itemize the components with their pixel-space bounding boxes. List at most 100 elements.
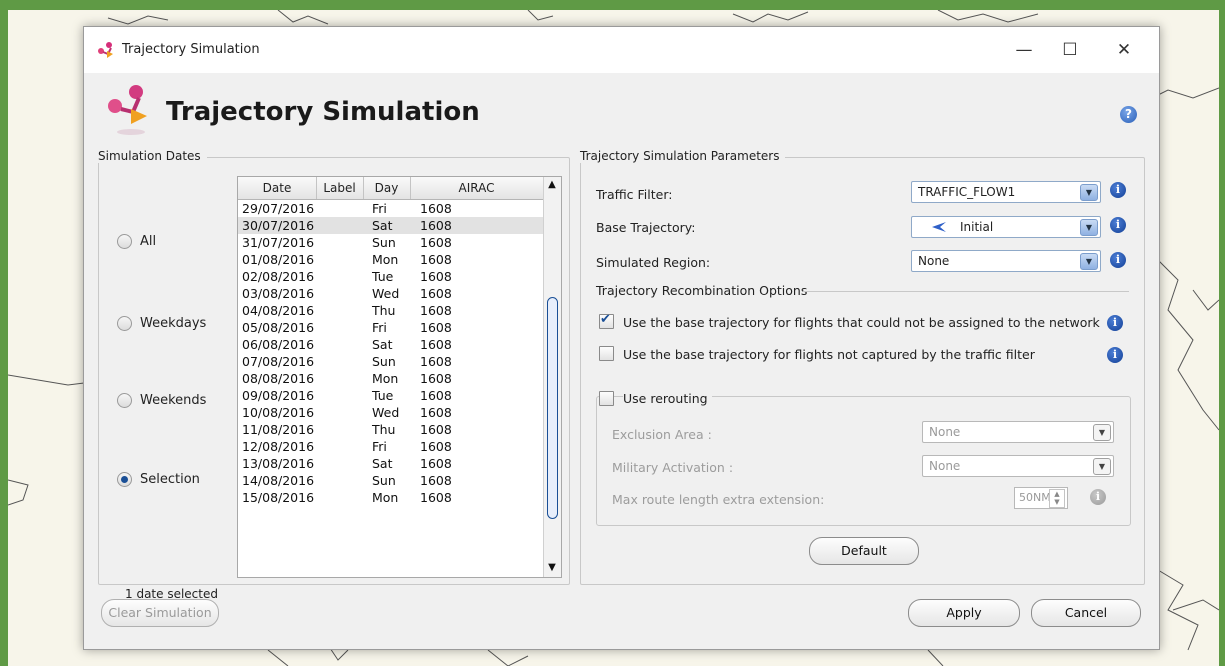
table-row[interactable]: 05/08/2016 Fri 1608	[238, 319, 543, 336]
table-row[interactable]: 12/08/2016 Fri 1608	[238, 438, 543, 455]
cell-date: 12/08/2016	[242, 439, 315, 454]
cell-day: Sat	[372, 456, 393, 471]
base-trajectory-label: Base Trajectory:	[596, 220, 696, 235]
scroll-down-arrow-icon[interactable]: ▼	[546, 562, 558, 574]
table-row[interactable]: 15/08/2016 Mon 1608	[238, 489, 543, 506]
cell-day: Fri	[372, 439, 387, 454]
table-row[interactable]: 11/08/2016 Thu 1608	[238, 421, 543, 438]
trajectory-icon	[932, 222, 946, 232]
cancel-button[interactable]: Cancel	[1031, 599, 1141, 627]
close-button[interactable]: ✕	[1101, 27, 1147, 73]
cell-date: 04/08/2016	[242, 303, 315, 318]
cell-airac: 1608	[420, 354, 452, 369]
max-route-info-icon[interactable]: i	[1090, 489, 1106, 505]
clear-simulation-button[interactable]: Clear Simulation	[101, 599, 219, 627]
column-airac[interactable]: AIRAC	[410, 177, 543, 199]
table-row[interactable]: 04/08/2016 Thu 1608	[238, 302, 543, 319]
apply-button[interactable]: Apply	[908, 599, 1020, 627]
base-trajectory-value: Initial	[960, 220, 994, 234]
cell-airac: 1608	[420, 422, 452, 437]
cell-date: 10/08/2016	[242, 405, 315, 420]
default-button[interactable]: Default	[809, 537, 919, 565]
cell-date: 01/08/2016	[242, 252, 315, 267]
table-row[interactable]: 14/08/2016 Sun 1608	[238, 472, 543, 489]
cell-airac: 1608	[420, 269, 452, 284]
table-row[interactable]: 06/08/2016 Sat 1608	[238, 336, 543, 353]
cell-airac: 1608	[420, 490, 452, 505]
max-route-value: 50NM	[1019, 491, 1051, 504]
simulated-region-value: None	[918, 254, 950, 268]
maximize-button[interactable]: ☐	[1047, 27, 1093, 73]
table-row[interactable]: 29/07/2016 Fri 1608	[238, 200, 543, 217]
chevron-down-icon[interactable]: ▼	[1093, 424, 1111, 441]
simulated-region-info-icon[interactable]: i	[1110, 252, 1126, 268]
radio-weekends[interactable]: Weekends	[117, 393, 206, 408]
cell-airac: 1608	[420, 388, 452, 403]
base-trajectory-info-icon[interactable]: i	[1110, 217, 1126, 233]
table-row[interactable]: 09/08/2016 Tue 1608	[238, 387, 543, 404]
use-base-unassigned-label: Use the base trajectory for flights that…	[623, 315, 1100, 330]
cell-day: Fri	[372, 201, 387, 216]
unassigned-info-icon[interactable]: i	[1107, 315, 1123, 331]
table-row[interactable]: 30/07/2016 Sat 1608	[238, 217, 543, 234]
scroll-up-arrow-icon[interactable]: ▲	[546, 179, 558, 191]
table-row[interactable]: 31/07/2016 Sun 1608	[238, 234, 543, 251]
use-base-unassigned-checkbox[interactable]	[599, 312, 614, 329]
simulated-region-label: Simulated Region:	[596, 255, 711, 270]
military-activation-label: Military Activation :	[612, 460, 734, 475]
radio-weekdays[interactable]: Weekdays	[117, 316, 206, 331]
simulated-region-select[interactable]: None ▼	[911, 250, 1101, 272]
radio-all[interactable]: All	[117, 234, 156, 249]
cell-date: 14/08/2016	[242, 473, 315, 488]
column-label[interactable]: Label	[316, 177, 364, 199]
minimize-button[interactable]: —	[1001, 27, 1047, 73]
cell-day: Sat	[372, 337, 393, 352]
traffic-filter-select[interactable]: TRAFFIC_FLOW1 ▼	[911, 181, 1101, 203]
scroll-thumb[interactable]	[547, 297, 558, 519]
cell-airac: 1608	[420, 405, 452, 420]
cell-day: Tue	[372, 388, 394, 403]
military-activation-select[interactable]: None ▼	[922, 455, 1114, 477]
table-row[interactable]: 08/08/2016 Mon 1608	[238, 370, 543, 387]
max-route-stepper[interactable]: 50NM ▲ ▼	[1014, 487, 1068, 509]
cell-day: Mon	[372, 490, 399, 505]
dates-table-scrollbar[interactable]: ▲ ▼	[543, 177, 561, 577]
radio-selection[interactable]: Selection	[117, 472, 200, 487]
traffic-filter-info-icon[interactable]: i	[1110, 182, 1126, 198]
exclusion-area-select[interactable]: None ▼	[922, 421, 1114, 443]
chevron-down-icon[interactable]: ▼	[1080, 184, 1098, 201]
table-row[interactable]: 07/08/2016 Sun 1608	[238, 353, 543, 370]
column-day[interactable]: Day	[363, 177, 411, 199]
table-row[interactable]: 10/08/2016 Wed 1608	[238, 404, 543, 421]
radio-weekends-indicator[interactable]	[117, 393, 132, 408]
table-row[interactable]: 02/08/2016 Tue 1608	[238, 268, 543, 285]
cell-date: 08/08/2016	[242, 371, 315, 386]
radio-weekdays-label: Weekdays	[140, 316, 207, 331]
dates-table[interactable]: Date Label Day AIRAC 29/07/2016 Fri 1608 30…	[237, 176, 562, 578]
use-base-not-captured-label: Use the base trajectory for flights not …	[623, 347, 1035, 362]
column-date[interactable]: Date	[238, 177, 317, 199]
cell-date: 06/08/2016	[242, 337, 315, 352]
chevron-down-icon[interactable]: ▼	[1080, 253, 1098, 270]
chevron-down-icon[interactable]: ▼	[1093, 458, 1111, 475]
not-captured-info-icon[interactable]: i	[1107, 347, 1123, 363]
table-row[interactable]: 03/08/2016 Wed 1608	[238, 285, 543, 302]
cell-airac: 1608	[420, 218, 452, 233]
exclusion-area-value: None	[929, 425, 961, 439]
radio-selection-indicator[interactable]	[117, 472, 132, 487]
chevron-down-icon[interactable]: ▼	[1080, 219, 1098, 236]
app-icon	[98, 42, 113, 58]
radio-weekdays-indicator[interactable]	[117, 316, 132, 331]
cell-day: Sun	[372, 473, 396, 488]
help-icon[interactable]: ?	[1120, 106, 1137, 123]
stepper-arrows-icon[interactable]: ▲ ▼	[1049, 489, 1065, 508]
use-base-not-captured-checkbox[interactable]	[599, 346, 614, 361]
base-trajectory-select[interactable]: Initial ▼	[911, 216, 1101, 238]
use-rerouting-checkbox[interactable]	[599, 391, 614, 406]
radio-all-indicator[interactable]	[117, 234, 132, 249]
table-row[interactable]: 01/08/2016 Mon 1608	[238, 251, 543, 268]
table-row[interactable]: 13/08/2016 Sat 1608	[238, 455, 543, 472]
use-rerouting-label: Use rerouting	[623, 391, 712, 406]
cell-airac: 1608	[420, 286, 452, 301]
cell-date: 15/08/2016	[242, 490, 315, 505]
